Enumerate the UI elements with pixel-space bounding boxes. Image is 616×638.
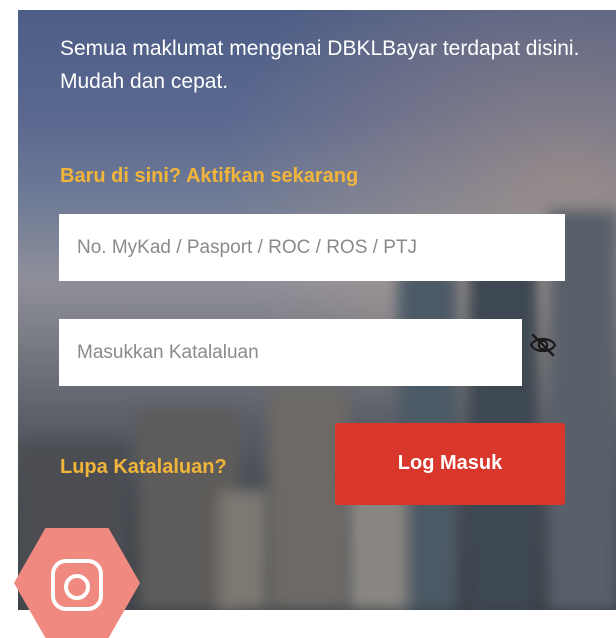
eye-slash-icon[interactable]	[528, 331, 558, 359]
background-building	[218, 490, 268, 610]
login-panel: Semua maklumat mengenai DBKLBayar terdap…	[18, 10, 616, 610]
id-number-input[interactable]	[59, 214, 565, 281]
login-button[interactable]: Log Masuk	[335, 423, 565, 505]
intro-text: Semua maklumat mengenai DBKLBayar terdap…	[60, 37, 580, 93]
password-input[interactable]	[59, 319, 522, 386]
activate-account-link[interactable]: Baru di sini? Aktifkan sekarang	[60, 165, 358, 188]
forgot-password-link[interactable]: Lupa Katalaluan?	[60, 456, 227, 479]
